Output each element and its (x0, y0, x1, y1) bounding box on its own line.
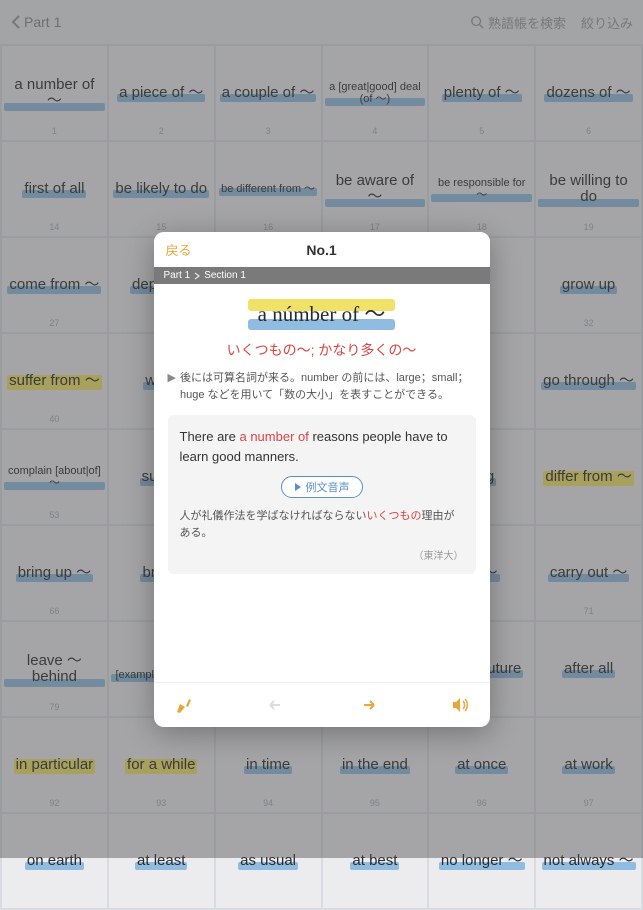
crumb-part: Part 1 (164, 270, 191, 281)
usage-note: ▶ 後には可算名詞が来る。number の前には、large；small；hug… (168, 370, 476, 403)
next-button[interactable] (356, 693, 380, 717)
modal-back-button[interactable]: 戻る (166, 240, 192, 259)
arrow-left-icon (266, 695, 286, 715)
example-box: There are a number of reasons people hav… (168, 415, 476, 574)
chevron-right-icon (194, 272, 200, 280)
example-source: （東洋大） (180, 547, 464, 562)
modal-footer (154, 682, 490, 727)
modal-header: 戻る No.1 (154, 232, 490, 267)
play-icon (294, 483, 302, 491)
arrow-right-icon (358, 695, 378, 715)
modal-title: No.1 (306, 242, 336, 258)
crumb-section: Section 1 (204, 270, 246, 281)
note-arrow-icon: ▶ (168, 370, 176, 403)
phrase-text: a númber of ～ (248, 296, 396, 330)
example-japanese: 人が礼儀作法を学ばなければならないいくつもの理由がある。 (180, 508, 464, 541)
phrase-container: a númber of ～ (168, 296, 476, 330)
modal-breadcrumb: Part 1 Section 1 (154, 267, 490, 284)
detail-modal: 戻る No.1 Part 1 Section 1 a númber of ～ い… (154, 232, 490, 727)
prev-button[interactable] (264, 693, 288, 717)
draw-button[interactable] (172, 693, 196, 717)
pencil-icon (174, 695, 194, 715)
audio-label: 例文音声 (306, 479, 350, 495)
meaning-text: いくつもの～; かなり多くの～ (168, 340, 476, 360)
example-english: There are a number of reasons people hav… (180, 427, 464, 466)
sound-button[interactable] (448, 693, 472, 717)
speaker-icon (450, 695, 470, 715)
audio-play-button[interactable]: 例文音声 (281, 476, 363, 498)
note-text: 後には可算名詞が来る。number の前には、large；small；huge … (180, 370, 476, 403)
modal-body: a númber of ～ いくつもの～; かなり多くの～ ▶ 後には可算名詞が… (154, 284, 490, 582)
